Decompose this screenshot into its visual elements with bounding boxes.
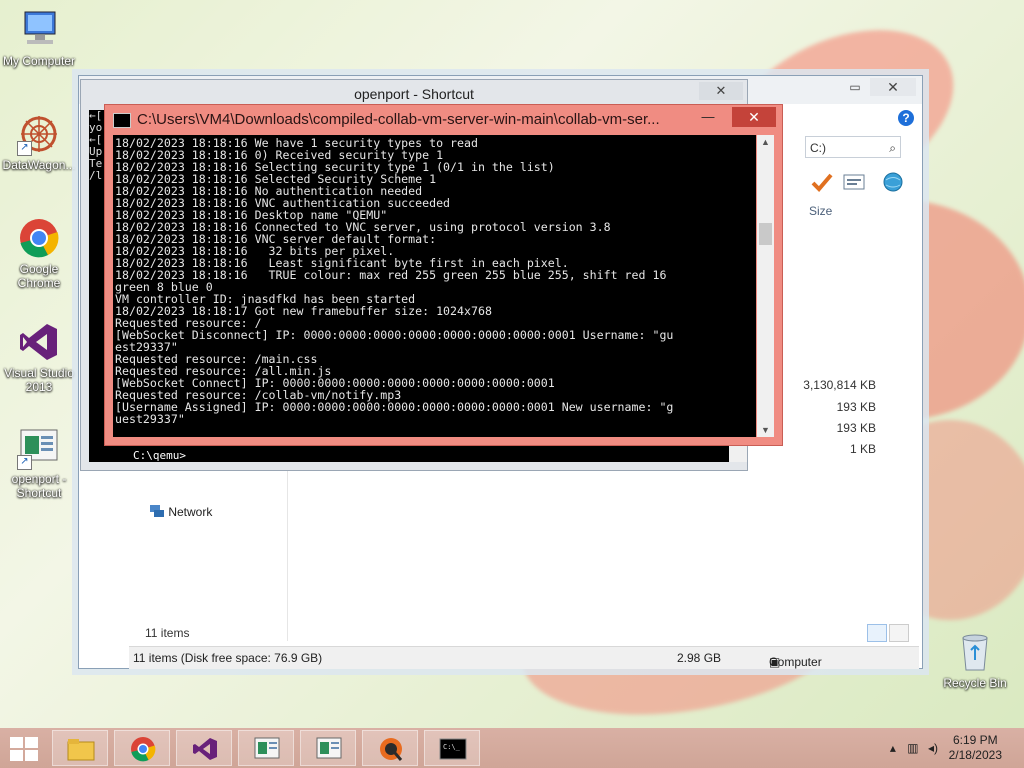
- search-icon: ⌕: [889, 141, 896, 155]
- visual-studio-icon: [17, 320, 61, 364]
- command-prompt-icon: C:\_: [439, 736, 467, 762]
- computer-icon: [17, 8, 61, 52]
- chrome-icon: [129, 736, 157, 762]
- chrome-icon: [17, 216, 61, 260]
- start-button[interactable]: [10, 737, 38, 761]
- nav-item-label: Network: [168, 505, 213, 519]
- openport-icon: [253, 736, 281, 762]
- system-tray[interactable]: ▴ ▥ ◂): [890, 741, 938, 755]
- console-icon: [113, 113, 131, 128]
- folder-icon: [67, 736, 95, 762]
- navigation-pane: [129, 471, 288, 641]
- globe-icon[interactable]: [881, 171, 905, 198]
- file-size: 193 KB: [836, 400, 876, 414]
- console-lines: 18/02/2023 18:18:16 We have 1 security t…: [113, 135, 756, 437]
- console-line: [WebSocket Disconnect] IP: 0000:0000:000…: [115, 328, 674, 342]
- close-button[interactable]: ✕: [699, 82, 743, 100]
- visual-studio-icon: [191, 736, 219, 762]
- taskbar-qemu[interactable]: [362, 730, 418, 766]
- desktop-icon-recycle-bin[interactable]: Recycle Bin: [936, 630, 1014, 690]
- taskbar: C:\_ ▴ ▥ ◂) 6:19 PM 2/18/2023: [0, 728, 1024, 768]
- taskbar-command-prompt[interactable]: C:\_: [424, 730, 480, 766]
- search-placeholder: C:): [810, 141, 826, 155]
- details-view-icon[interactable]: [867, 624, 887, 642]
- taskbar-file-explorer[interactable]: [52, 730, 108, 766]
- maximize-button[interactable]: ▭: [842, 78, 868, 96]
- properties-icon[interactable]: [843, 174, 865, 195]
- scroll-up-icon[interactable]: ▲: [757, 137, 774, 147]
- recycle-bin-icon: [953, 630, 997, 674]
- file-size: 3,130,814 KB: [803, 378, 876, 392]
- taskbar-visual-studio[interactable]: [176, 730, 232, 766]
- desktop-icon-label: Recycle Bin: [943, 676, 1007, 690]
- window-title: openport - Shortcut: [354, 86, 474, 102]
- console-line: [Username Assigned] IP: 0000:0000:0000:0…: [115, 400, 674, 414]
- status-size: 2.98 GB: [677, 651, 722, 665]
- file-size: 1 KB: [849, 442, 876, 456]
- console-output: 18/02/2023 18:18:16 We have 1 security t…: [113, 135, 756, 437]
- clock-date: 2/18/2023: [948, 748, 1002, 762]
- console-line: _: [115, 424, 122, 437]
- console-line: uest29337": [115, 412, 185, 426]
- shortcut-arrow-icon: ↗: [17, 141, 32, 156]
- close-button[interactable]: ✕: [870, 78, 916, 96]
- taskbar-openport-2[interactable]: [300, 730, 356, 766]
- network-icon[interactable]: ▥: [907, 741, 918, 755]
- datawagon-icon: ↗: [17, 112, 61, 156]
- nav-item-network[interactable]: Network: [149, 504, 212, 519]
- openport-icon: [315, 736, 343, 762]
- desktop-icon-datawagon[interactable]: ↗ DataWagon...: [0, 112, 78, 172]
- taskbar-openport[interactable]: [238, 730, 294, 766]
- console-prompt: C:\qemu>: [133, 449, 186, 462]
- status-bar: 11 items (Disk free space: 76.9 GB) 2.98…: [129, 646, 919, 669]
- search-input[interactable]: C:) ⌕: [805, 136, 901, 158]
- desktop-icon-visual-studio[interactable]: Visual Studio 2013: [0, 320, 78, 394]
- checkmark-icon[interactable]: [811, 172, 833, 197]
- items-count: 11 items: [145, 626, 190, 640]
- clock[interactable]: 6:19 PM 2/18/2023: [949, 733, 1002, 763]
- scrollbar[interactable]: ▲ ▼: [757, 135, 774, 437]
- file-size: 193 KB: [836, 421, 876, 435]
- svg-text:C:\_: C:\_: [443, 743, 461, 751]
- scroll-thumb[interactable]: [759, 223, 772, 245]
- size-column-header[interactable]: Size: [809, 204, 832, 218]
- taskbar-chrome[interactable]: [114, 730, 170, 766]
- scroll-down-icon[interactable]: ▼: [757, 425, 774, 435]
- desktop-icon-google-chrome[interactable]: Google Chrome: [0, 216, 78, 290]
- window-title: C:\Users\VM4\Downloads\compiled-collab-v…: [137, 111, 660, 128]
- desktop-icon-label: Google Chrome: [17, 262, 61, 290]
- console-window-collab-vm[interactable]: C:\Users\VM4\Downloads\compiled-collab-v…: [104, 104, 783, 446]
- desktop-icon-label: My Computer: [2, 54, 76, 68]
- qemu-icon: [377, 736, 405, 762]
- openport-icon: ↗: [17, 426, 61, 470]
- desktop-icon-label: openport - Shortcut: [11, 472, 67, 500]
- help-icon[interactable]: ?: [898, 110, 914, 126]
- desktop-icon-label: Visual Studio 2013: [4, 366, 74, 394]
- volume-icon[interactable]: ◂): [928, 741, 938, 755]
- network-icon: [149, 505, 168, 519]
- close-button[interactable]: ✕: [732, 107, 776, 127]
- desktop-icon-my-computer[interactable]: My Computer: [0, 8, 78, 68]
- desktop-icon-openport-shortcut[interactable]: ↗ openport - Shortcut: [0, 426, 78, 500]
- minimize-button[interactable]: —: [696, 109, 720, 127]
- console-text: ←[ yo ←[ Up Te /l: [89, 109, 103, 182]
- desktop-icon-label: DataWagon...: [2, 158, 76, 172]
- status-item-count: 11 items (Disk free space: 76.9 GB): [133, 651, 323, 665]
- chevron-up-icon[interactable]: ▴: [890, 741, 896, 755]
- large-icons-view-icon[interactable]: [889, 624, 909, 642]
- clock-time: 6:19 PM: [952, 733, 998, 747]
- shortcut-arrow-icon: ↗: [17, 455, 32, 470]
